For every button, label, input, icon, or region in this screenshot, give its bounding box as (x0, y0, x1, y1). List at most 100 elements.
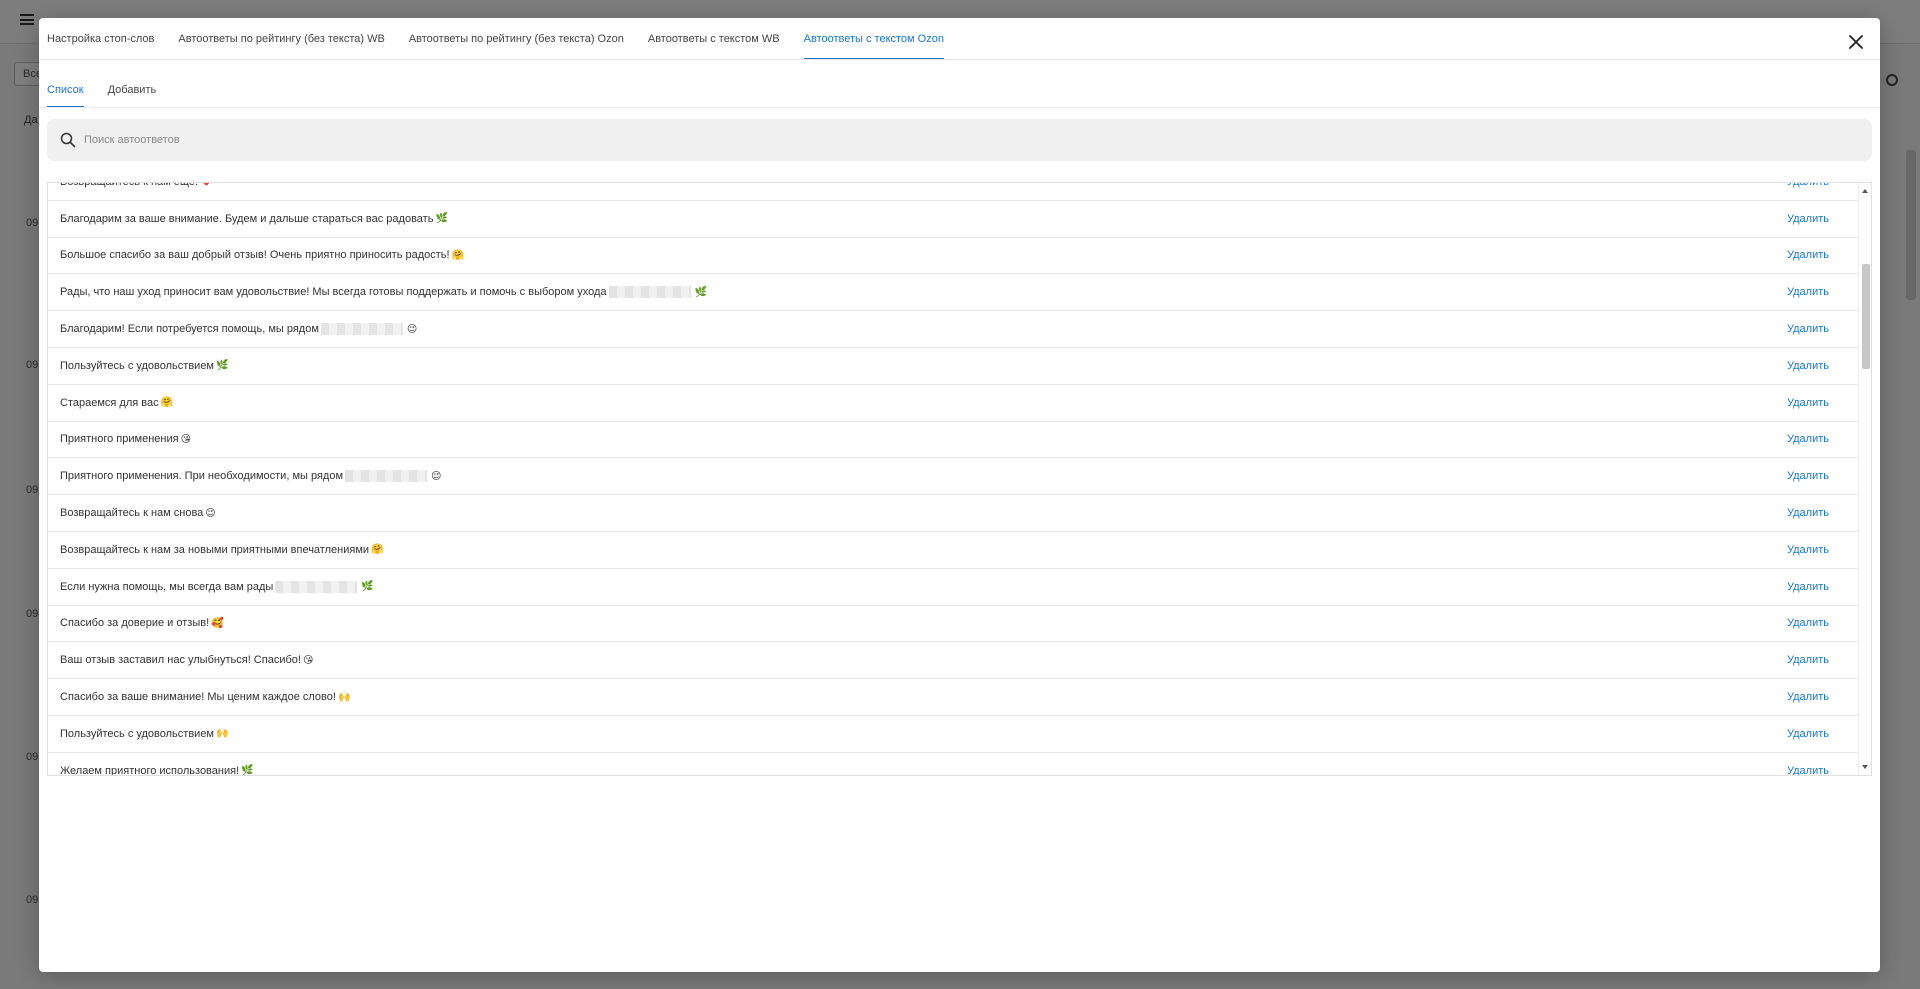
emoji-icon: 🙌 (216, 728, 229, 740)
subtabs: Список Добавить (47, 72, 180, 108)
list-item: Приятного применения 😘 Удалить (48, 422, 1859, 459)
delete-link[interactable]: Удалить (1787, 691, 1829, 703)
autoreply-text: Благодарим за ваше внимание. Будем и дал… (60, 213, 448, 225)
autoreply-text-label: Спасибо за ваше внимание! Мы ценим каждо… (60, 691, 336, 704)
redacted-text (345, 470, 428, 483)
list-item: Ваш отзыв заставил нас улыбнуться! Спаси… (48, 642, 1859, 680)
close-icon (1849, 35, 1863, 49)
subtab-add[interactable]: Добавить (108, 72, 157, 108)
delete-link[interactable]: Удалить (1787, 581, 1829, 593)
autoreply-text-label: Желаем приятного использования! (60, 764, 240, 776)
autoreply-text-label: Возвращайтесь к нам за новыми приятными … (60, 543, 370, 556)
list-item: Пользуйтесь с удовольствием 🙌 Удалить (48, 716, 1859, 753)
delete-link[interactable]: Удалить (1787, 544, 1829, 556)
autoreply-text-label: Благодарим! Если потребуется помощь, мы … (60, 323, 319, 336)
emoji-icon: 🤗 (160, 397, 174, 409)
autoreply-text: Возвращайтесь к нам ещё!❤️ (60, 183, 213, 188)
emoji-icon: ❤️ (200, 183, 212, 187)
autoreply-list-inner: Возвращайтесь к нам ещё!❤️ Удалить Благода… (48, 183, 1859, 776)
autoreply-text-label: Стараемся для вас (60, 396, 159, 409)
autoreply-text-label: Возвращайтесь к нам снова (60, 507, 204, 520)
delete-link[interactable]: Удалить (1787, 765, 1829, 775)
autoreply-text-label: Возвращайтесь к нам ещё! (60, 183, 198, 188)
autoreply-text-label: Большое спасибо за ваш добрый отзыв! Оче… (60, 249, 450, 262)
scroll-down-icon[interactable] (1862, 765, 1868, 769)
autoreply-text: Спасибо за ваше внимание! Мы ценим каждо… (60, 691, 350, 703)
autoreply-text-label: Приятного применения (60, 433, 179, 446)
emoji-icon: 🌿 (435, 213, 448, 225)
list-item: Возвращайтесь к нам за новыми приятными … (48, 532, 1859, 569)
emoji-icon: 🌿 (694, 286, 707, 298)
list-item: Рады, что наш уход приносит вам удовольс… (48, 274, 1859, 312)
emoji-icon: 🌿 (361, 581, 374, 593)
autoreply-text-label: Если нужна помощь, мы всегда вам рады (60, 580, 274, 593)
list-scrollbar[interactable] (1858, 183, 1871, 775)
autoreply-text: Спасибо за доверие и отзыв! 🥰 (60, 617, 224, 629)
search-box (47, 119, 1872, 161)
emoji-icon: 🌿 (216, 360, 229, 372)
autoreply-text: Возвращайтесь к нам за новыми приятными … (60, 544, 383, 556)
autoreply-text-label: Пользуйтесь с удовольствием (60, 359, 214, 372)
delete-link[interactable]: Удалить (1787, 654, 1829, 666)
tabs-divider (39, 59, 1880, 60)
tab-text-autoreplies-wb[interactable]: Автоответы с текстом WB (648, 18, 780, 60)
autoreply-text: Приятного применения 😘 (60, 433, 191, 445)
autoreply-text: Возвращайтесь к нам снова 😉 (60, 507, 216, 519)
delete-link[interactable]: Удалить (1787, 507, 1829, 519)
autoreply-text-label: Пользуйтесь с удовольствием (60, 727, 214, 740)
autoreply-text: Если нужна помощь, мы всегда вам рады 🌿 (60, 580, 374, 593)
scroll-thumb[interactable] (1862, 264, 1870, 369)
autoreply-text: Желаем приятного использования! 🌿 (60, 764, 254, 776)
autoreply-text: Большое спасибо за ваш добрый отзыв! Оче… (60, 249, 464, 261)
tab-rating-autoreplies-wb[interactable]: Автоответы по рейтингу (без текста) WB (178, 18, 384, 60)
delete-link[interactable]: Удалить (1787, 728, 1829, 740)
emoji-icon: 😘 (180, 433, 192, 445)
redacted-text (320, 323, 403, 336)
delete-link[interactable]: Удалить (1787, 213, 1829, 225)
redacted-text (608, 286, 691, 299)
list-item: Спасибо за доверие и отзыв! 🥰 Удалить (48, 606, 1859, 643)
autoreply-text: Ваш отзыв заставил нас улыбнуться! Спаси… (60, 654, 313, 666)
list-item: Приятного применения. При необходимости,… (48, 458, 1859, 496)
autoreply-text-label: Приятного применения. При необходимости,… (60, 470, 344, 483)
emoji-icon: 🤗 (451, 249, 465, 261)
tab-rating-autoreplies-ozon[interactable]: Автоответы по рейтингу (без текста) Ozon (409, 18, 624, 60)
tab-text-autoreplies-ozon[interactable]: Автоответы с текстом Ozon (803, 18, 945, 60)
emoji-icon: 🙌 (337, 691, 351, 703)
list-item: Возвращайтесь к нам снова 😉 Удалить (48, 495, 1859, 532)
list-item: Если нужна помощь, мы всегда вам рады 🌿 Уд… (48, 569, 1859, 606)
delete-link[interactable]: Удалить (1787, 286, 1829, 298)
emoji-icon: 😉 (431, 470, 442, 482)
emoji-icon: 😉 (406, 323, 418, 335)
autoreply-settings-modal: Настройка стоп-слов Автоответы по рейтин… (39, 18, 1880, 972)
list-item: Возвращайтесь к нам ещё!❤️ Удалить (48, 183, 1859, 201)
autoreply-text: Пользуйтесь с удовольствием 🙌 (60, 728, 228, 740)
redacted-text (275, 580, 358, 593)
close-button[interactable] (1844, 30, 1868, 54)
emoji-icon: 😉 (205, 507, 216, 519)
search-input[interactable] (84, 134, 684, 146)
list-item: Большое спасибо за ваш добрый отзыв! Оче… (48, 238, 1859, 275)
delete-link[interactable]: Удалить (1787, 433, 1829, 445)
delete-link[interactable]: Удалить (1787, 617, 1829, 629)
delete-link[interactable]: Удалить (1787, 397, 1829, 409)
delete-link[interactable]: Удалить (1787, 470, 1829, 482)
delete-link[interactable]: Удалить (1787, 323, 1829, 335)
list-item: Желаем приятного использования! 🌿 Удалить (48, 753, 1859, 776)
autoreply-text: Приятного применения. При необходимости,… (60, 470, 442, 483)
subtab-list[interactable]: Список (47, 72, 84, 108)
delete-link[interactable]: Удалить (1787, 360, 1829, 372)
scroll-up-icon[interactable] (1862, 189, 1868, 193)
autoreply-text: Рады, что наш уход приносит вам удовольс… (60, 286, 707, 299)
tab-stop-words[interactable]: Настройка стоп-слов (47, 18, 154, 60)
emoji-icon: 🤗 (371, 544, 384, 556)
autoreply-list: Возвращайтесь к нам ещё!❤️ Удалить Благода… (47, 182, 1872, 776)
delete-link[interactable]: Удалить (1787, 183, 1829, 188)
autoreply-text: Стараемся для вас 🤗 (60, 397, 173, 409)
emoji-icon: 😘 (302, 654, 314, 666)
delete-link[interactable]: Удалить (1787, 249, 1829, 261)
emoji-icon: 🥰 (211, 617, 224, 629)
autoreply-text-label: Благодарим за ваше внимание. Будем и дал… (60, 212, 434, 225)
autoreply-text-label: Рады, что наш уход приносит вам удовольс… (60, 286, 607, 299)
autoreply-text-label: Ваш отзыв заставил нас улыбнуться! Спаси… (60, 654, 301, 667)
